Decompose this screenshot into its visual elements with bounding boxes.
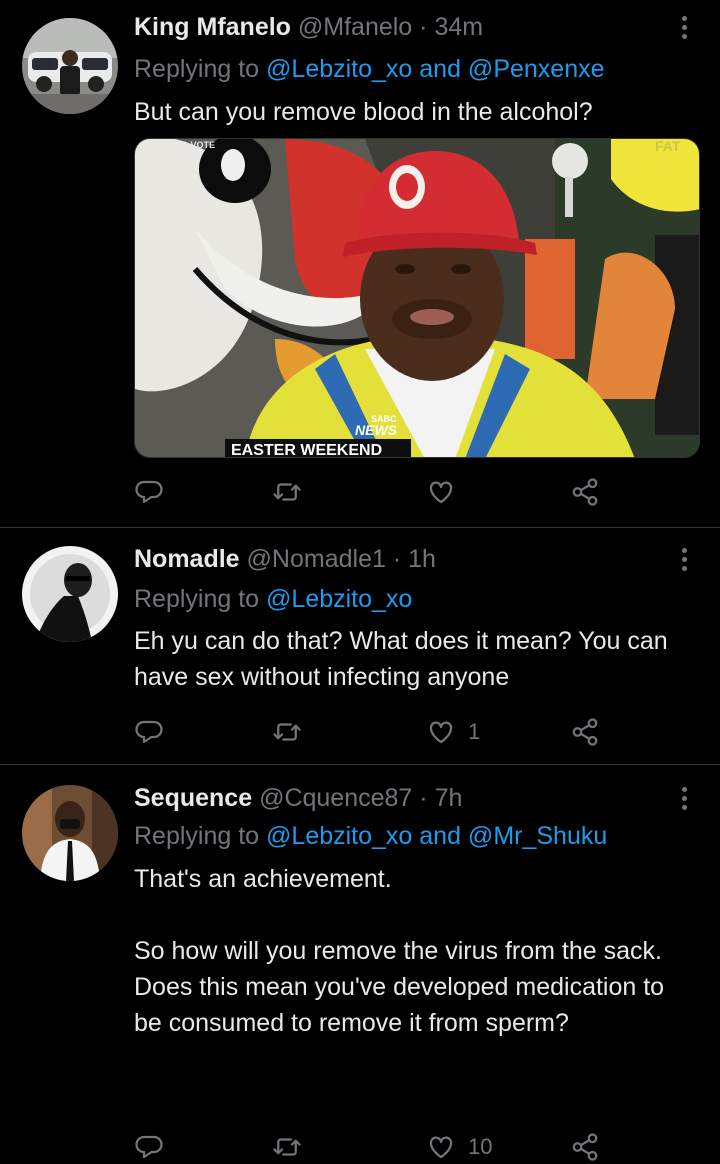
tweet-actions: 1 [134, 712, 614, 752]
share-button[interactable] [570, 1127, 600, 1164]
retweet-icon [273, 483, 301, 501]
timestamp[interactable]: 34m [434, 13, 483, 41]
retweet-button[interactable] [272, 1127, 302, 1164]
tweet-header: Sequence @Cquence87 · 7h [134, 783, 660, 813]
like-count: 10 [468, 1134, 493, 1159]
reply-icon [135, 1135, 163, 1159]
share-icon [572, 1133, 598, 1161]
handle[interactable]: @Nomadle1 [247, 545, 386, 573]
reply-icon [135, 480, 163, 504]
replying-prefix: Replying to [134, 822, 267, 850]
separator: · [419, 784, 428, 812]
tweet-text: But can you remove blood in the alcohol? [134, 98, 593, 126]
replying-prefix: Replying to [134, 55, 267, 83]
retweet-icon [273, 1138, 301, 1156]
replying-to: Replying to @Lebzito_xo and @Penxenxe [134, 54, 605, 84]
mention-links[interactable]: @Lebzito_xo [266, 585, 412, 613]
reply-button[interactable] [134, 1127, 164, 1164]
handle[interactable]: @Mfanelo [298, 13, 412, 41]
like-button[interactable]: 10 [426, 1127, 492, 1164]
timestamp[interactable]: 7h [435, 784, 463, 812]
like-count: 1 [468, 719, 481, 744]
tweet-1[interactable]: King Mfanelo @Mfanelo · 34m Replying to … [0, 0, 720, 528]
display-name[interactable]: Nomadle [134, 545, 240, 573]
tweet-3[interactable]: Sequence @Cquence87 · 7h Replying to @Le… [0, 765, 720, 1164]
replying-prefix: Replying to [134, 585, 267, 613]
video-label-top: DAYS TO VOTE [149, 140, 215, 150]
share-button[interactable] [570, 712, 600, 752]
tweet-header: King Mfanelo @Mfanelo · 34m [134, 12, 660, 42]
separator: · [392, 545, 402, 573]
reply-button[interactable] [134, 472, 164, 512]
mention-links[interactable]: @Lebzito_xo and @Penxenxe [266, 55, 604, 83]
display-name[interactable]: Sequence [134, 784, 252, 812]
reply-button[interactable] [134, 712, 164, 752]
replying-to: Replying to @Lebzito_xo and @Mr_Shuku [134, 821, 607, 851]
video-sign-text: FAT [655, 139, 681, 154]
separator: · [419, 13, 428, 41]
like-button[interactable] [426, 472, 468, 512]
display-name[interactable]: King Mfanelo [134, 13, 291, 41]
tweet-text: Eh yu can do that? What does it mean? Yo… [134, 627, 675, 691]
timestamp[interactable]: 1h [408, 545, 436, 573]
tweet-2[interactable]: Nomadle @Nomadle1 · 1h Replying to @Lebz… [0, 528, 720, 764]
tweet-actions [134, 472, 614, 512]
share-button[interactable] [570, 472, 600, 512]
like-icon [429, 1136, 453, 1159]
like-icon [429, 481, 453, 504]
like-button[interactable]: 1 [426, 712, 480, 752]
tweet-actions: 10 [134, 1127, 614, 1164]
more-icon[interactable] [672, 544, 696, 574]
retweet-icon [273, 723, 301, 741]
video-badge-bottom: NEWS [355, 422, 398, 438]
like-icon [429, 721, 453, 744]
share-icon [572, 478, 598, 506]
mention-links[interactable]: @Lebzito_xo and @Mr_Shuku [266, 822, 607, 850]
avatar[interactable] [22, 18, 118, 114]
replying-to: Replying to @Lebzito_xo [134, 584, 412, 614]
share-icon [572, 718, 598, 746]
handle[interactable]: @Cquence87 [259, 784, 412, 812]
tweet-video[interactable]: DAYS TO VOTE FAT EASTER WEEKEND SABC NEW… [134, 138, 700, 458]
tweet-header: Nomadle @Nomadle1 · 1h [134, 544, 660, 574]
video-caption: EASTER WEEKEND [231, 442, 382, 458]
avatar[interactable] [22, 785, 118, 881]
more-icon[interactable] [672, 12, 696, 42]
reply-icon [135, 720, 163, 744]
more-icon[interactable] [672, 783, 696, 813]
retweet-button[interactable] [272, 472, 302, 512]
retweet-button[interactable] [272, 712, 302, 752]
tweet-text: That's an achievement. So how will you r… [134, 865, 665, 1037]
avatar[interactable] [22, 546, 118, 642]
